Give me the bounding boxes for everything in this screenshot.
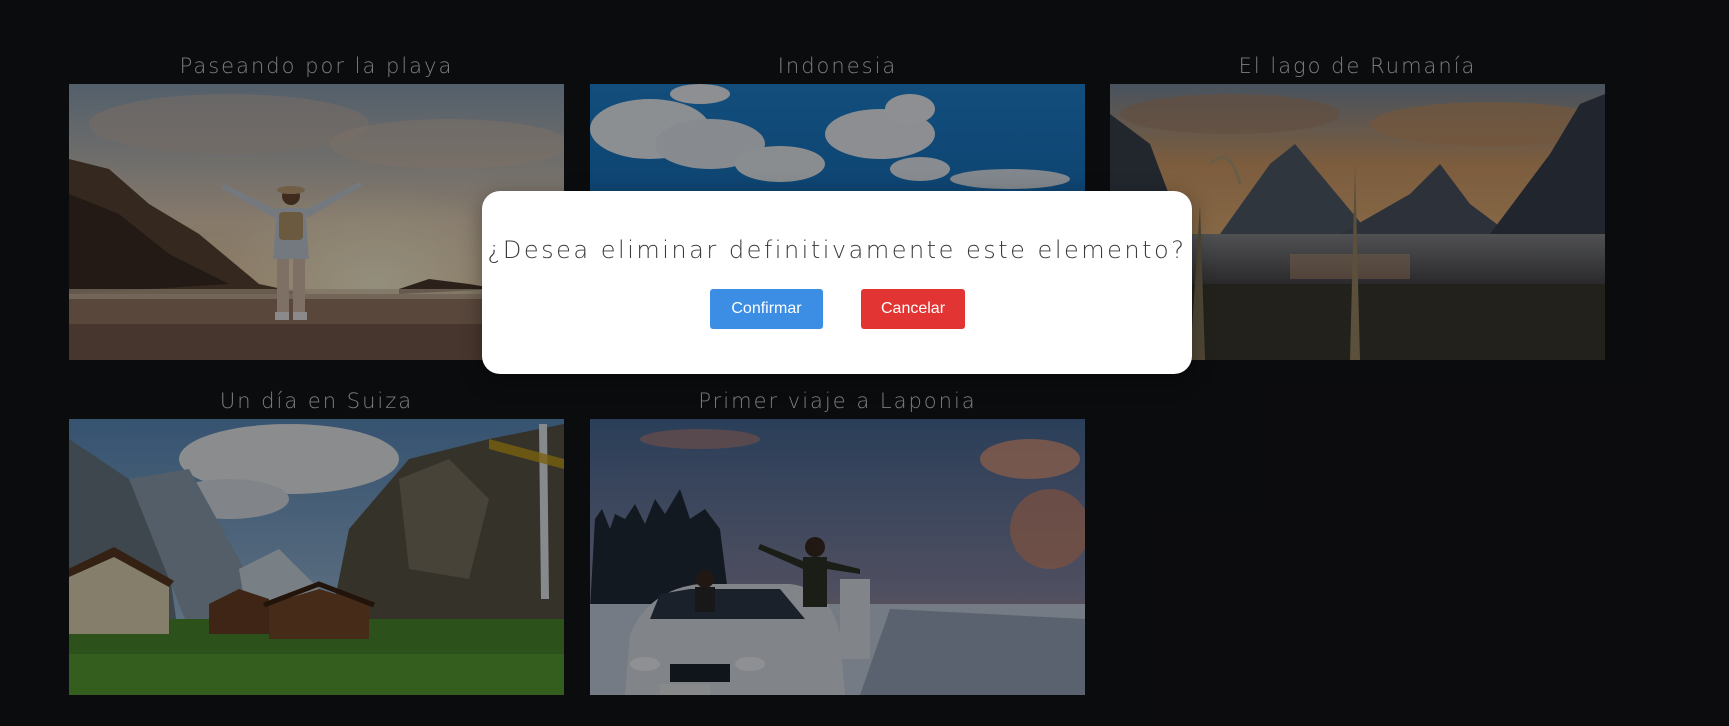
dialog-message: ¿Desea eliminar definitivamente este ele… (487, 236, 1187, 264)
confirm-button[interactable]: Confirmar (710, 289, 823, 329)
delete-confirmation-dialog: ¿Desea eliminar definitivamente este ele… (482, 191, 1192, 374)
cancel-button[interactable]: Cancelar (861, 289, 965, 329)
